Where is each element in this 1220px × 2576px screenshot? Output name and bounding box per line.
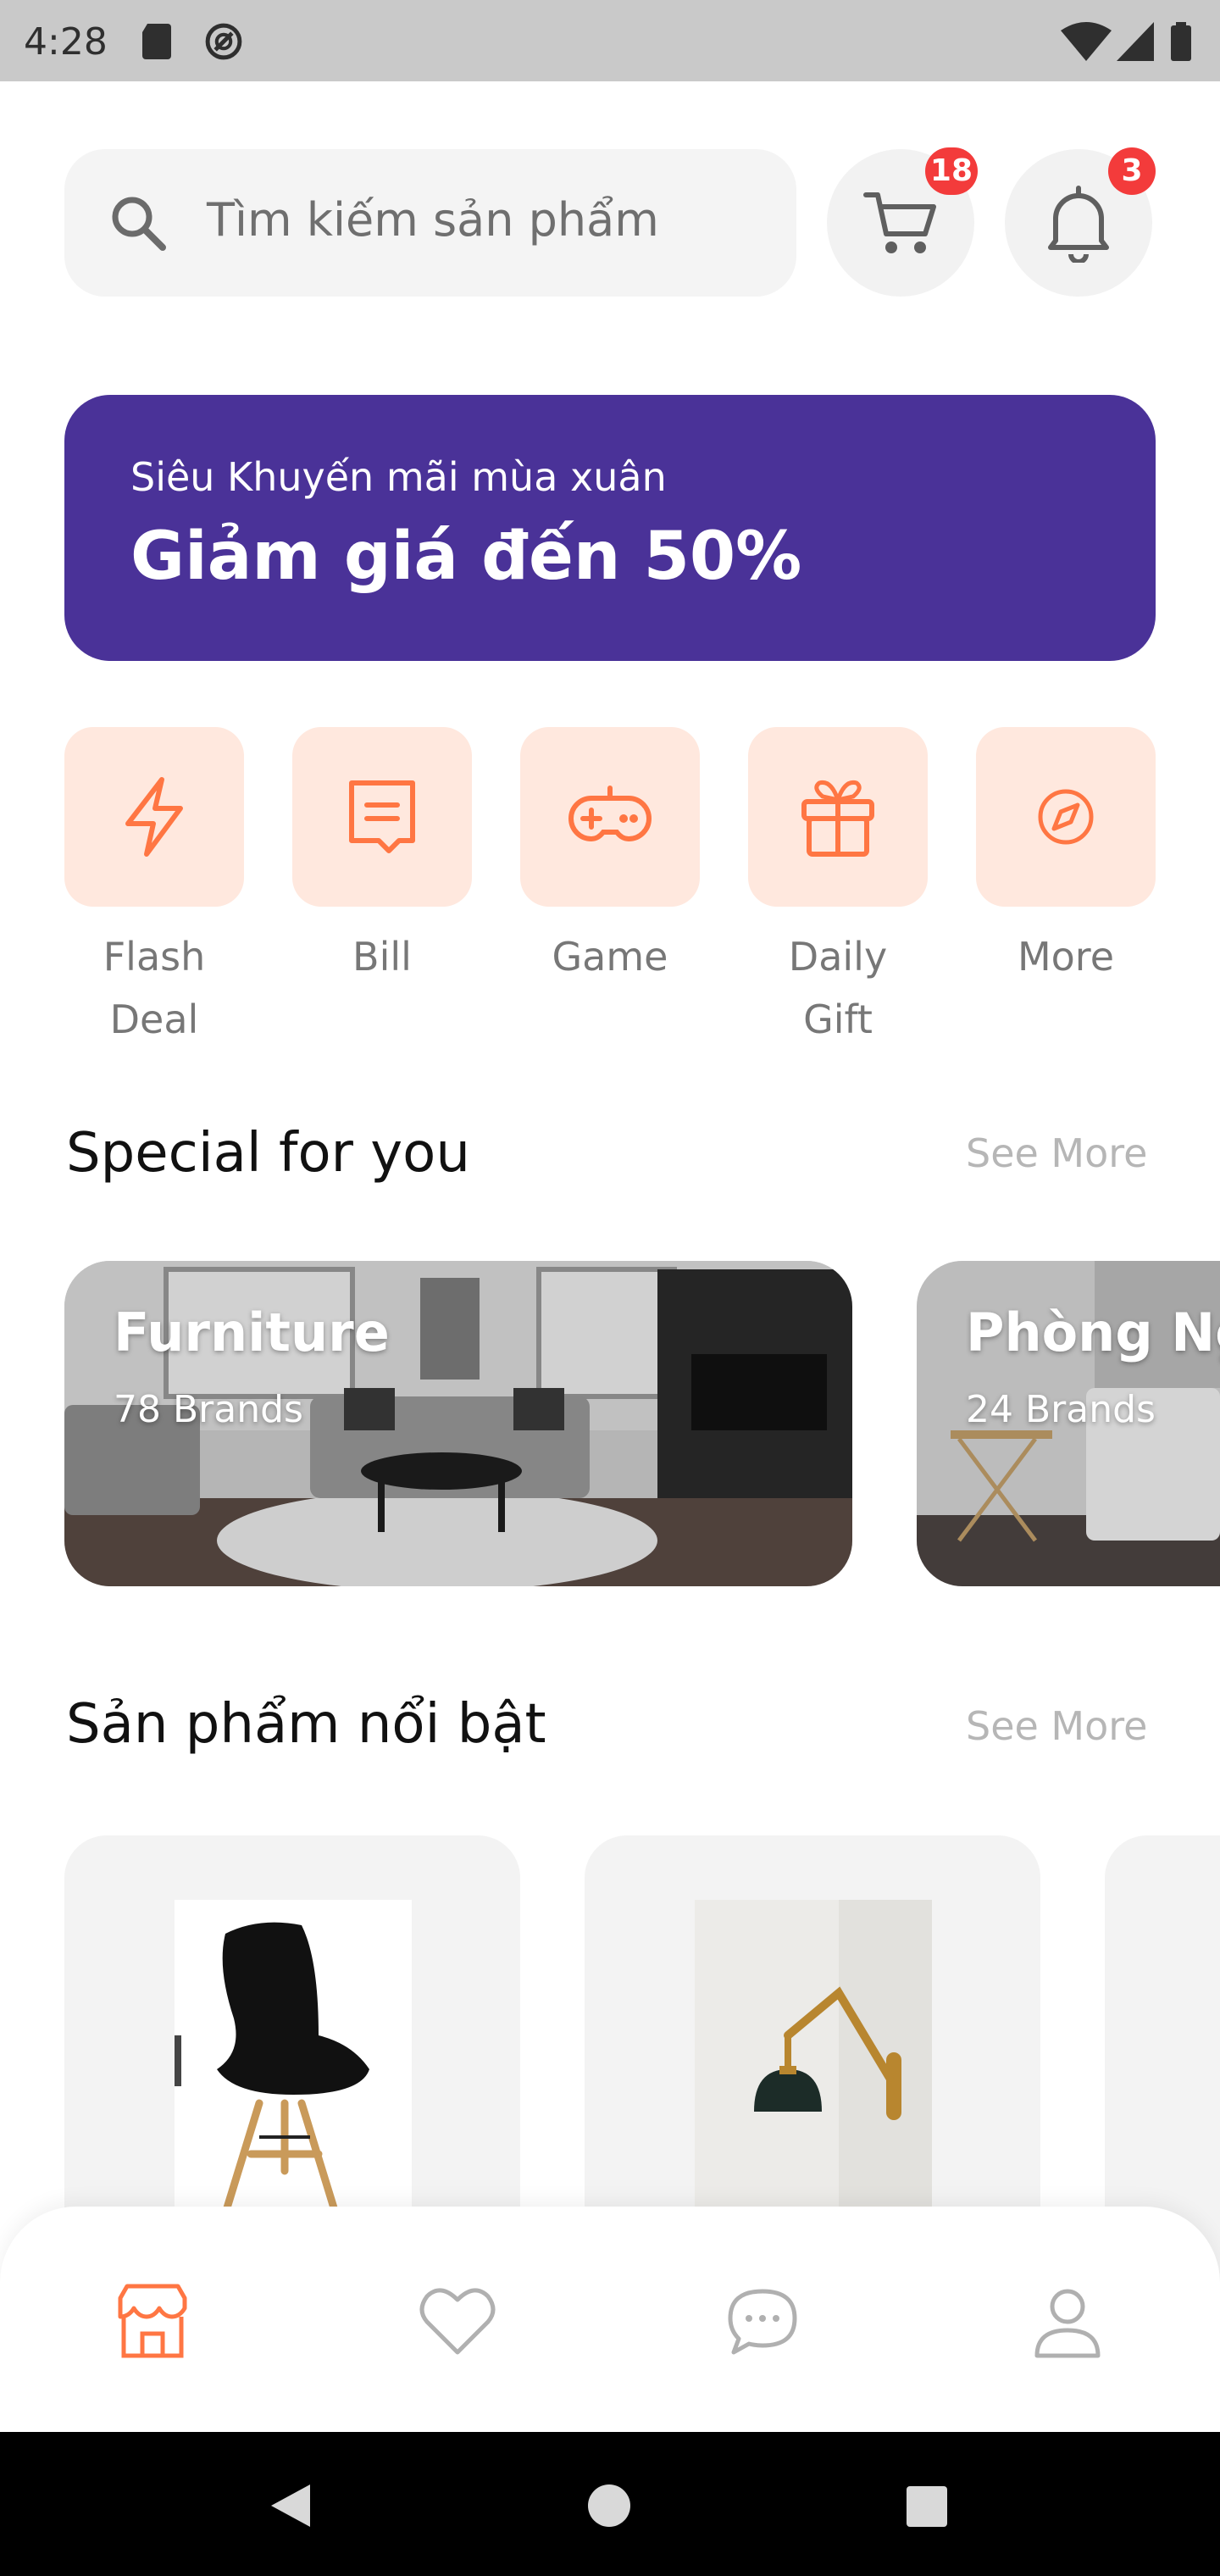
special-card-bedroom[interactable]: Phòng Ng 24 Brands [917, 1261, 1220, 1586]
signal-icon [1117, 22, 1154, 61]
special-card-title: Furniture [114, 1302, 390, 1363]
category-label: Flash Deal [103, 934, 206, 1042]
notification-count-badge: 3 [1108, 147, 1156, 195]
flash-icon [125, 777, 183, 857]
back-icon[interactable] [268, 2481, 313, 2530]
category-icon-box [64, 727, 244, 907]
special-section-title: Special for you [66, 1122, 470, 1185]
category-more[interactable]: More [976, 727, 1156, 988]
product-image [695, 1900, 932, 2247]
category-icon-box [520, 727, 700, 907]
banner-title: Giảm giá đến 50% [130, 519, 802, 595]
product-image [175, 1900, 412, 2247]
sd-card-icon [142, 24, 171, 59]
chat-icon [728, 2289, 797, 2355]
category-icon-box [748, 727, 928, 907]
category-label: Daily Gift [788, 934, 888, 1042]
status-bar: 4:28 [0, 0, 1220, 81]
game-icon [568, 786, 652, 842]
category-icon-box [976, 727, 1156, 907]
sync-icon [205, 23, 242, 60]
search-placeholder: Tìm kiếm sản phẩm [207, 193, 659, 247]
bell-icon [1048, 186, 1109, 263]
search-icon [112, 197, 166, 251]
special-card-subtitle: 24 Brands [966, 1388, 1156, 1431]
user-icon [1034, 2289, 1101, 2358]
promo-banner[interactable]: Siêu Khuyến mãi mùa xuân Giảm giá đến 50… [64, 395, 1156, 661]
category-label: Bill [352, 934, 412, 980]
chair-image [175, 1922, 369, 2218]
gift-icon [801, 780, 874, 857]
wifi-icon [1061, 22, 1112, 61]
home-icon[interactable] [586, 2483, 632, 2529]
shop-icon [118, 2284, 187, 2358]
wall-lamp-image [754, 1900, 932, 2247]
special-see-more-link[interactable]: See More [966, 1130, 1147, 1176]
notification-button[interactable]: 3 [1005, 147, 1156, 297]
banner-subtitle: Siêu Khuyến mãi mùa xuân [130, 454, 667, 500]
featured-section-title: Sản phẩm nổi bật [66, 1693, 546, 1756]
category-label: More [1017, 934, 1115, 980]
featured-see-more-link[interactable]: See More [966, 1703, 1147, 1749]
recents-icon[interactable] [905, 2484, 949, 2529]
bill-icon [349, 780, 415, 853]
category-game[interactable]: Game [520, 727, 700, 988]
special-card-title: Phòng Ng [966, 1302, 1220, 1363]
status-time: 4:28 [24, 20, 108, 64]
category-bill[interactable]: Bill [292, 727, 472, 988]
cart-button[interactable]: 18 [827, 147, 978, 297]
cart-icon [863, 192, 936, 253]
system-navigation-bar [0, 2432, 1220, 2576]
cart-count-badge: 18 [924, 147, 978, 195]
category-daily-gift[interactable]: Daily Gift [748, 727, 928, 1051]
special-card-subtitle: 78 Brands [114, 1388, 303, 1431]
search-input[interactable]: Tìm kiếm sản phẩm [64, 149, 796, 297]
nav-chat[interactable] [720, 2279, 805, 2364]
bottom-navigation [0, 2207, 1220, 2432]
category-label: Game [552, 934, 668, 980]
nav-shop[interactable] [110, 2279, 195, 2364]
nav-favorites[interactable] [415, 2279, 500, 2364]
category-icon-box [292, 727, 472, 907]
heart-icon [419, 2288, 496, 2355]
nav-profile[interactable] [1025, 2279, 1110, 2364]
discover-icon [1038, 789, 1094, 845]
category-flash-deal[interactable]: Flash Deal [64, 727, 244, 1051]
special-card-furniture[interactable]: Furniture 78 Brands [64, 1261, 852, 1586]
battery-icon [1171, 22, 1191, 61]
